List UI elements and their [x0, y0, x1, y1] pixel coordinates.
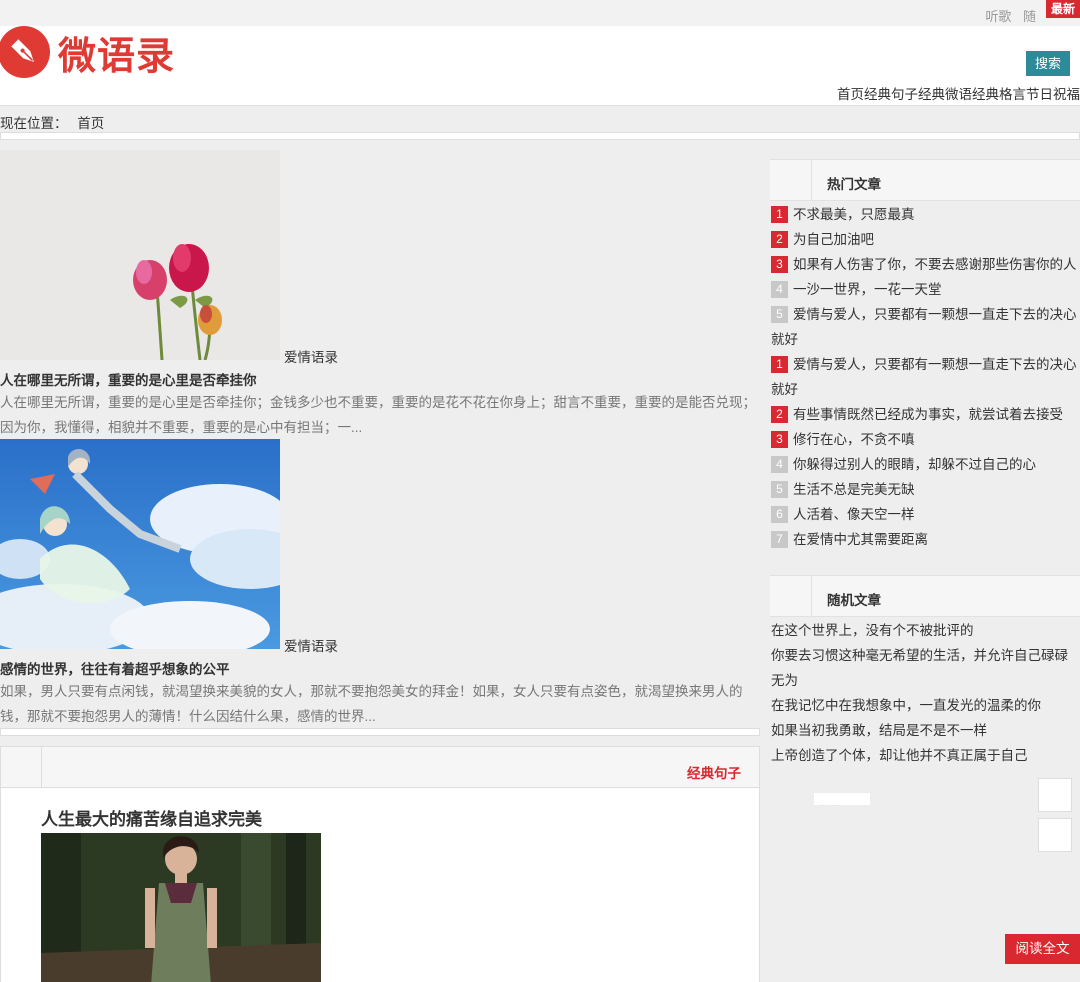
breadcrumb: 现在位置： 首页 — [0, 112, 104, 132]
hot-article-title[interactable]: 一沙一世界，一花一天堂 — [793, 282, 942, 297]
hot-article-title[interactable]: 如果有人伤害了你，不要去感谢那些伤害你的人 — [793, 257, 1077, 272]
rank-number-badge: 1 — [771, 206, 788, 223]
section-header: 经典句子 — [1, 747, 759, 788]
breadcrumb-home[interactable]: 首页 — [77, 116, 104, 131]
pen-logo-icon — [0, 26, 50, 78]
main-nav: 首页 经典句子 经典微语 经典格言 节日祝福 — [837, 83, 1080, 103]
rank-number-badge: 3 — [771, 431, 788, 448]
hot-article-item[interactable]: 2 有些事情既然已经成为事实，就尝试着去接受 — [771, 402, 1080, 427]
random-article-item[interactable]: 上帝创造了个体，却让他并不真正属于自己 — [771, 743, 1080, 768]
top-links: 听歌 随 — [977, 6, 1036, 25]
section-label[interactable]: 经典句子 — [687, 762, 741, 782]
rank-number-badge: 3 — [771, 256, 788, 273]
hot-article-title[interactable]: 爱情与爱人，只要都有一颗想一直走下去的决心就好 — [771, 307, 1077, 347]
hot-article-item[interactable]: 4 一沙一世界，一花一天堂 — [771, 277, 1080, 302]
nav-classic-sentences[interactable]: 经典句子 — [864, 83, 918, 103]
post-excerpt: 如果，男人只要有点闲钱，就渴望换来美貌的女人，那就不要抱怨美女的拜金！如果，女人… — [0, 684, 743, 724]
rank-number-badge: 4 — [771, 281, 788, 298]
hot-article-title[interactable]: 生活不总是完美无缺 — [793, 482, 915, 497]
top-link-random[interactable]: 随 — [1023, 9, 1036, 24]
rank-number-badge: 2 — [771, 231, 788, 248]
hot-article-item[interactable]: 5 生活不总是完美无缺 — [771, 477, 1080, 502]
post-category[interactable]: 爱情语录 — [284, 346, 338, 366]
widget-box[interactable] — [1038, 818, 1072, 852]
hot-article-item[interactable]: 5 爱情与爱人，只要都有一颗想一直走下去的决心就好 — [771, 302, 1080, 352]
hot-article-item[interactable]: 1 不求最美，只愿最真 — [771, 202, 1080, 227]
new-badge[interactable]: 最新 — [1045, 0, 1080, 18]
hot-article-item[interactable]: 2 为自己加油吧 — [771, 227, 1080, 252]
random-articles-header: 随机文章 — [770, 575, 1080, 617]
rank-number-badge: 5 — [771, 306, 788, 323]
hot-article-title[interactable]: 为自己加油吧 — [793, 232, 874, 247]
header-square — [770, 160, 812, 200]
section-article-thumbnail[interactable] — [41, 833, 321, 982]
post-thumbnail-sky-girl[interactable] — [0, 439, 280, 649]
hot-article-item[interactable]: 4 你躲得过别人的眼睛，却躲不过自己的心 — [771, 452, 1080, 477]
read-more-button[interactable]: 阅读全文 — [1005, 934, 1080, 964]
divider-bar — [0, 132, 1080, 140]
rank-number-badge: 4 — [771, 456, 788, 473]
rank-number-badge: 2 — [771, 406, 788, 423]
rank-number-badge: 7 — [771, 531, 788, 548]
random-article-item[interactable]: 如果当初我勇敢，结局是不是不一样 — [771, 718, 1080, 743]
post-title[interactable]: 人在哪里无所谓，重要的是心里是否牵挂你 — [0, 369, 257, 389]
random-articles-title: 随机文章 — [827, 593, 881, 608]
nav-home[interactable]: 首页 — [837, 83, 864, 103]
top-strip: 听歌 随 最新 — [0, 0, 1080, 26]
site-logo[interactable]: 微语录 — [0, 26, 175, 78]
hot-article-item[interactable]: 3 如果有人伤害了你，不要去感谢那些伤害你的人 — [771, 252, 1080, 277]
post-excerpt: 人在哪里无所谓，重要的是心里是否牵挂你；金钱多少也不重要，重要的是花不花在你身上… — [0, 395, 756, 435]
hot-articles-header: 热门文章 — [770, 159, 1080, 201]
search-button[interactable]: 搜索 — [1026, 51, 1070, 76]
hot-article-item[interactable]: 1 爱情与爱人，只要都有一颗想一直走下去的决心就好 — [771, 352, 1080, 402]
hot-article-title[interactable]: 有些事情既然已经成为事实，就尝试着去接受 — [793, 407, 1063, 422]
random-article-item[interactable]: 在这个世界上，没有个不被批评的 — [771, 618, 1080, 643]
divider-bar — [0, 728, 760, 736]
post-title[interactable]: 感情的世界，往往有着超乎想象的公平 — [0, 658, 230, 678]
nav-holiday-greetings[interactable]: 节日祝福 — [1026, 83, 1080, 103]
hot-article-title[interactable]: 在爱情中尤其需要距离 — [793, 532, 928, 547]
section-article-title[interactable]: 人生最大的痛苦缘自追求完美 — [41, 805, 262, 830]
header-square — [770, 576, 812, 616]
breadcrumb-prefix: 现在位置： — [0, 116, 68, 131]
faded-block — [814, 793, 870, 805]
section-card: 经典句子 人生最大的痛苦缘自追求完美 — [0, 746, 760, 982]
post-category[interactable]: 爱情语录 — [284, 635, 338, 655]
hot-article-item[interactable]: 7 在爱情中尤其需要距离 — [771, 527, 1080, 552]
random-articles-list: 在这个世界上，没有个不被批评的 你要去习惯这种毫无希望的生活，并允许自己碌碌无为在… — [771, 618, 1080, 768]
hot-article-title[interactable]: 不求最美，只愿最真 — [793, 207, 915, 222]
hot-articles-title: 热门文章 — [827, 177, 881, 192]
random-article-item[interactable]: 在我记忆中在我想象中，一直发光的温柔的你 — [771, 693, 1080, 718]
hot-article-title[interactable]: 修行在心，不贪不嗔 — [793, 432, 915, 447]
top-link-music[interactable]: 听歌 — [985, 9, 1011, 24]
rank-number-badge: 1 — [771, 356, 788, 373]
post-thumbnail-flowers[interactable] — [0, 150, 280, 360]
rank-number-badge: 6 — [771, 506, 788, 523]
nav-classic-micro-quotes[interactable]: 经典微语 — [918, 83, 972, 103]
nav-classic-mottos[interactable]: 经典格言 — [972, 83, 1026, 103]
random-article-item[interactable]: 你要去习惯这种毫无希望的生活，并允许自己碌碌无为 — [771, 643, 1080, 693]
section-header-square — [1, 747, 42, 788]
hot-article-title[interactable]: 人活着、像天空一样 — [793, 507, 915, 522]
hot-articles-list: 1 不求最美，只愿最真 2 为自己加油吧 3 如果有人伤害了你，不要去感谢那些伤害你的人 4… — [771, 202, 1080, 552]
hot-article-item[interactable]: 3 修行在心，不贪不嗔 — [771, 427, 1080, 452]
hot-article-title[interactable]: 爱情与爱人，只要都有一颗想一直走下去的决心就好 — [771, 357, 1077, 397]
rank-number-badge: 5 — [771, 481, 788, 498]
site-header: 微语录 搜索 首页 经典句子 经典微语 经典格言 节日祝福 — [0, 26, 1080, 106]
widget-box[interactable] — [1038, 778, 1072, 812]
logo-text: 微语录 — [58, 35, 176, 78]
hot-article-title[interactable]: 你躲得过别人的眼睛，却躲不过自己的心 — [793, 457, 1036, 472]
hot-article-item[interactable]: 6 人活着、像天空一样 — [771, 502, 1080, 527]
